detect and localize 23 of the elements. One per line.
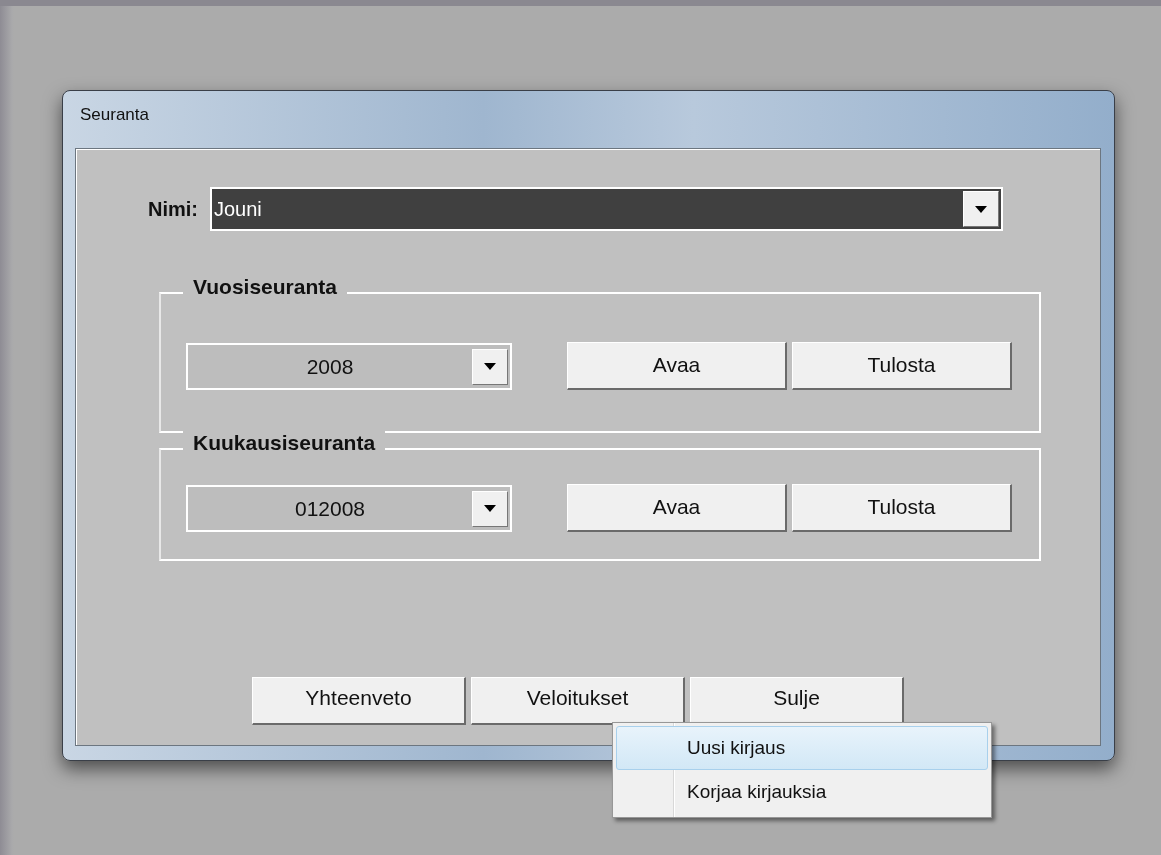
close-button[interactable]: Sulje xyxy=(690,677,904,725)
name-label: Nimi: xyxy=(148,197,198,221)
print-button[interactable]: Tulosta xyxy=(792,483,1012,532)
window-title: Seuranta xyxy=(80,104,149,125)
period-combobox[interactable]: 012008 xyxy=(186,485,512,532)
dropdown-button[interactable] xyxy=(472,490,508,527)
charges-button[interactable]: Veloitukset xyxy=(471,677,685,725)
dropdown-button[interactable] xyxy=(472,348,508,385)
open-button[interactable]: Avaa xyxy=(567,341,787,390)
period-combobox[interactable]: 2008 xyxy=(186,343,512,390)
summary-button[interactable]: Yhteenveto xyxy=(252,677,466,725)
combobox-value: Jouni xyxy=(214,197,262,221)
menu-item[interactable]: Korjaa kirjauksia xyxy=(616,770,988,814)
caret-icon xyxy=(484,363,496,370)
caret-icon xyxy=(484,505,496,512)
combobox-value: 2008 xyxy=(305,354,355,379)
name-combobox[interactable]: Jouni xyxy=(210,187,1003,231)
combobox-value: 012008 xyxy=(293,496,367,521)
menu-item[interactable]: Uusi kirjaus xyxy=(616,726,988,770)
dropdown-button[interactable] xyxy=(963,191,999,227)
print-button[interactable]: Tulosta xyxy=(792,341,1012,390)
caret-icon xyxy=(975,205,987,213)
open-button[interactable]: Avaa xyxy=(567,483,787,532)
